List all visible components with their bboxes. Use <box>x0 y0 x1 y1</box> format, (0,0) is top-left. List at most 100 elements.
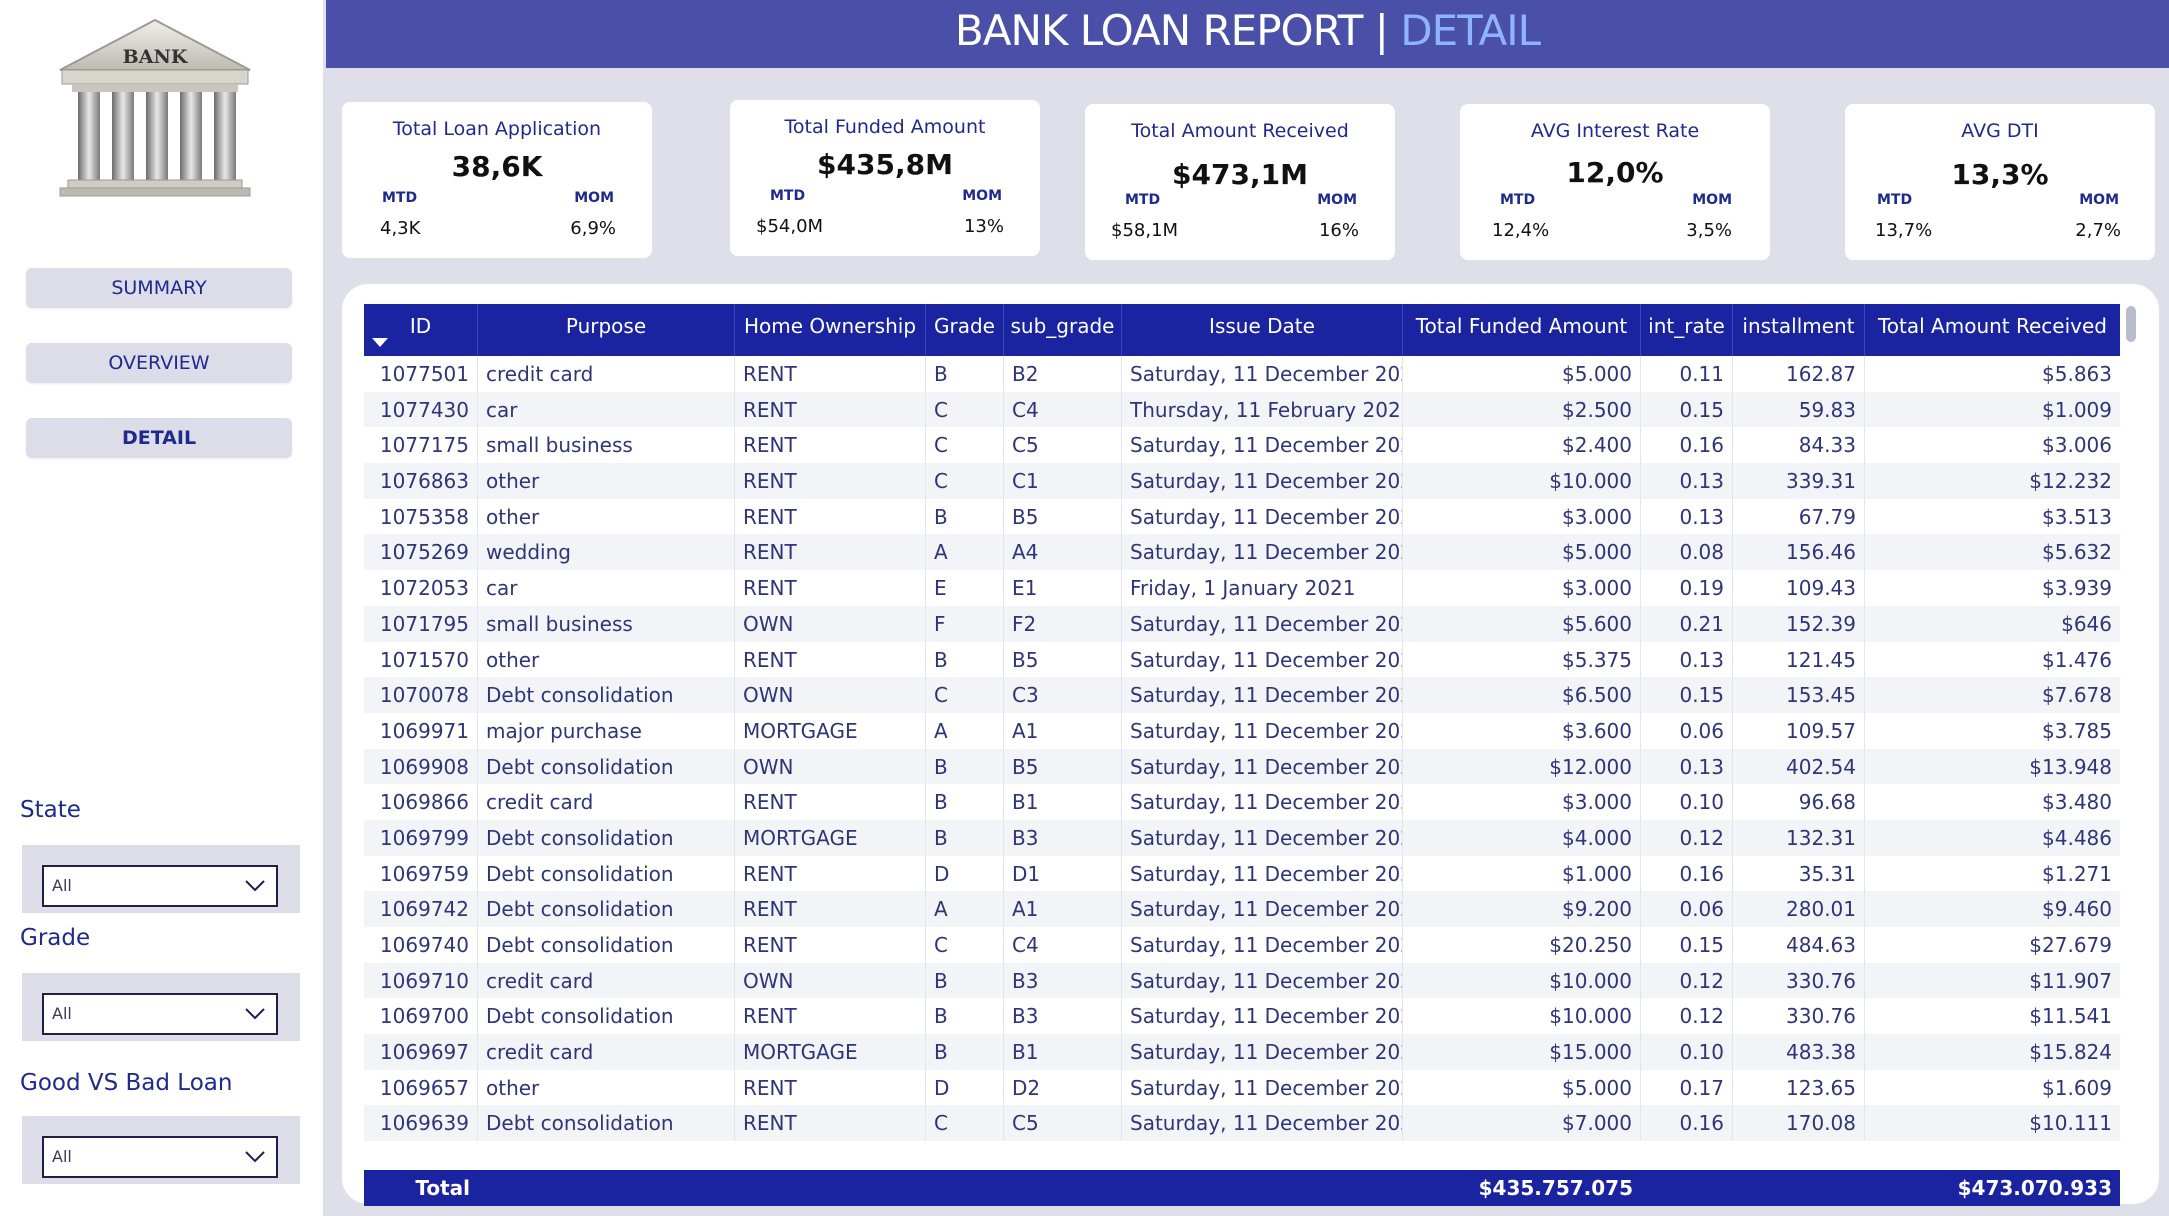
cell-grade: B <box>926 1034 1004 1070</box>
cell-grade: B <box>926 748 1004 785</box>
table-row[interactable]: 1071795 small business OWN F F2 Saturday, 11 … <box>364 605 2120 642</box>
table-row[interactable]: 1072053 car RENT E E1 Friday, 1 January 2021 $… <box>364 570 2120 606</box>
kpi-mom-value: 3,5% <box>1686 220 1732 241</box>
table-row[interactable]: 1069697 credit card MORTGAGE B B1 Saturday, 1… <box>364 1034 2120 1070</box>
table-row[interactable]: 1077430 car RENT C C4 Thursday, 11 February 2… <box>364 391 2120 428</box>
table-row[interactable]: 1070078 Debt consolidation OWN C C3 Saturday,… <box>364 677 2120 713</box>
cell-purpose: major purchase <box>478 712 735 749</box>
grade-filter-label: Grade <box>20 925 91 951</box>
cell-purpose: credit card <box>478 356 735 392</box>
cell-total-amount-received: $3.480 <box>2042 790 2112 815</box>
loan-quality-filter-label: Good VS Bad Loan <box>20 1070 233 1096</box>
table-row[interactable]: 1076863 other RENT C C1 Saturday, 11 December… <box>364 463 2120 499</box>
col-header-home-ownership[interactable]: Home Ownership <box>735 304 926 356</box>
col-header-total-amount-received[interactable]: Total Amount Received <box>1865 304 2120 356</box>
cell-id: 1069759 <box>364 855 478 892</box>
total-label: Total <box>415 1176 470 1200</box>
cell-issue-date: Saturday, 11 December 2021 <box>1122 962 1403 999</box>
cell-home-ownership: RENT <box>735 891 926 927</box>
kpi-mtd-value: 4,3K <box>380 218 421 239</box>
kpi-mtd-value: $58,1M <box>1111 220 1179 241</box>
cell-issue-date: Friday, 1 January 2021 <box>1122 570 1403 606</box>
kpi-mtd-value: $54,0M <box>756 216 824 237</box>
loan-quality-select[interactable]: All <box>42 1136 278 1178</box>
cell-grade: B <box>926 784 1004 820</box>
cell-id: 1077175 <box>364 427 478 464</box>
cell-grade: E <box>926 570 1004 606</box>
cell-installment: 152.39 <box>1733 605 1865 642</box>
kpi-value: $473,1M <box>1172 158 1308 191</box>
nav-overview-button[interactable]: OVERVIEW <box>26 343 292 383</box>
nav-summary-button[interactable]: SUMMARY <box>26 268 292 308</box>
cell-installment: 121.45 <box>1733 641 1865 678</box>
cell-sub-grade: C1 <box>1004 463 1122 499</box>
cell-installment: 84.33 <box>1733 427 1865 464</box>
table-row[interactable]: 1071570 other RENT B B5 Saturday, 11 December… <box>364 641 2120 678</box>
cell-installment: 153.45 <box>1733 677 1865 713</box>
cell-issue-date: Saturday, 11 December 2021 <box>1122 1105 1403 1142</box>
kpi-mom-value: 16% <box>1318 220 1359 241</box>
col-header-issue-date[interactable]: Issue Date <box>1122 304 1403 356</box>
table-row[interactable]: 1069742 Debt consolidation RENT A A1 Saturday… <box>364 891 2120 927</box>
cell-sub-grade: C5 <box>1004 427 1122 464</box>
chevron-down-icon <box>245 1151 265 1163</box>
table-row[interactable]: 1069700 Debt consolidation RENT B B3 Saturday… <box>364 998 2120 1035</box>
col-header-grade[interactable]: Grade <box>926 304 1004 356</box>
cell-sub-grade: C4 <box>1004 927 1122 963</box>
table-row[interactable]: 1069866 credit card RENT B B1 Saturday, 11 De… <box>364 784 2120 820</box>
kpi-title: Total Loan Application <box>392 118 602 140</box>
state-select[interactable]: All <box>42 865 278 907</box>
cell-id: 1070078 <box>364 677 478 713</box>
table-row[interactable]: 1069971 major purchase MORTGAGE A A1 Saturday… <box>364 712 2120 749</box>
cell-issue-date: Saturday, 11 December 2021 <box>1122 748 1403 785</box>
table-scrollbar[interactable] <box>2126 306 2136 342</box>
cell-total-amount-received: $27.679 <box>2029 933 2112 957</box>
table-row[interactable]: 1075269 wedding RENT A A4 Saturday, 11 Decemb… <box>364 534 2120 571</box>
cell-sub-grade: B5 <box>1004 748 1122 785</box>
cell-id: 1076863 <box>364 463 478 499</box>
cell-issue-date: Saturday, 11 December 2021 <box>1122 998 1403 1035</box>
table-row[interactable]: 1075358 other RENT B B5 Saturday, 11 December… <box>364 498 2120 535</box>
cell-total-funded-amount: $10.000 <box>1403 962 1641 999</box>
table-row[interactable]: 1069740 Debt consolidation RENT C C4 Saturday… <box>364 927 2120 963</box>
col-header-total-funded-amount[interactable]: Total Funded Amount <box>1403 304 1641 356</box>
col-header-int-rate[interactable]: int_rate <box>1641 304 1733 356</box>
state-filter-label: State <box>20 797 81 823</box>
table-row[interactable]: 1077175 small business RENT C C5 Saturday, 11… <box>364 427 2120 464</box>
table-row[interactable]: 1069657 other RENT D D2 Saturday, 11 December… <box>364 1069 2120 1106</box>
col-header-sub-grade[interactable]: sub_grade <box>1004 304 1122 356</box>
col-header-id[interactable]: ID <box>364 304 478 356</box>
cell-issue-date: Saturday, 11 December 2021 <box>1122 855 1403 892</box>
table-row[interactable]: 1069908 Debt consolidation OWN B B5 Saturday,… <box>364 748 2120 785</box>
nav-detail-button[interactable]: DETAIL <box>26 418 292 458</box>
kpi-card-total-loan-application: Total Loan Application 38,6K MTD MOM 4,3… <box>342 102 652 258</box>
col-header-installment[interactable]: installment <box>1733 304 1865 356</box>
table-row[interactable]: 1069759 Debt consolidation RENT D D1 Saturday… <box>364 855 2120 892</box>
cell-sub-grade: C5 <box>1004 1105 1122 1142</box>
cell-purpose: Debt consolidation <box>478 998 735 1035</box>
sort-descending-icon[interactable] <box>372 338 388 347</box>
loan-quality-filter: All <box>22 1116 300 1184</box>
cell-sub-grade: C4 <box>1004 391 1122 428</box>
cell-installment: 109.57 <box>1733 712 1865 749</box>
cell-purpose: Debt consolidation <box>478 748 735 785</box>
cell-sub-grade: B1 <box>1004 784 1122 820</box>
detail-table-panel: ID Purpose Home Ownership Grade sub_grad… <box>342 284 2159 1206</box>
cell-home-ownership: RENT <box>735 1105 926 1142</box>
table-row[interactable]: 1069710 credit card OWN B B3 Saturday, 11 Dec… <box>364 962 2120 999</box>
table-row[interactable]: 1069799 Debt consolidation MORTGAGE B B3 Satu… <box>364 819 2120 856</box>
table-row[interactable]: 1077501 credit card RENT B B2 Saturday, 11 De… <box>364 356 2120 392</box>
cell-home-ownership: MORTGAGE <box>735 819 926 856</box>
cell-total-amount-received: $1.476 <box>2042 647 2112 672</box>
cell-installment: 484.63 <box>1733 927 1865 963</box>
cell-total-funded-amount: $3.000 <box>1403 498 1641 535</box>
kpi-title: AVG DTI <box>1961 120 2039 142</box>
cell-purpose: credit card <box>478 784 735 820</box>
state-filter: All <box>22 845 300 913</box>
table-row[interactable]: 1069639 Debt consolidation RENT C C5 Saturday… <box>364 1105 2120 1142</box>
chevron-down-icon <box>245 1008 265 1020</box>
cell-installment: 59.83 <box>1733 391 1865 428</box>
kpi-value: $435,8M <box>817 148 953 181</box>
col-header-purpose[interactable]: Purpose <box>478 304 735 356</box>
grade-select[interactable]: All <box>42 993 278 1035</box>
